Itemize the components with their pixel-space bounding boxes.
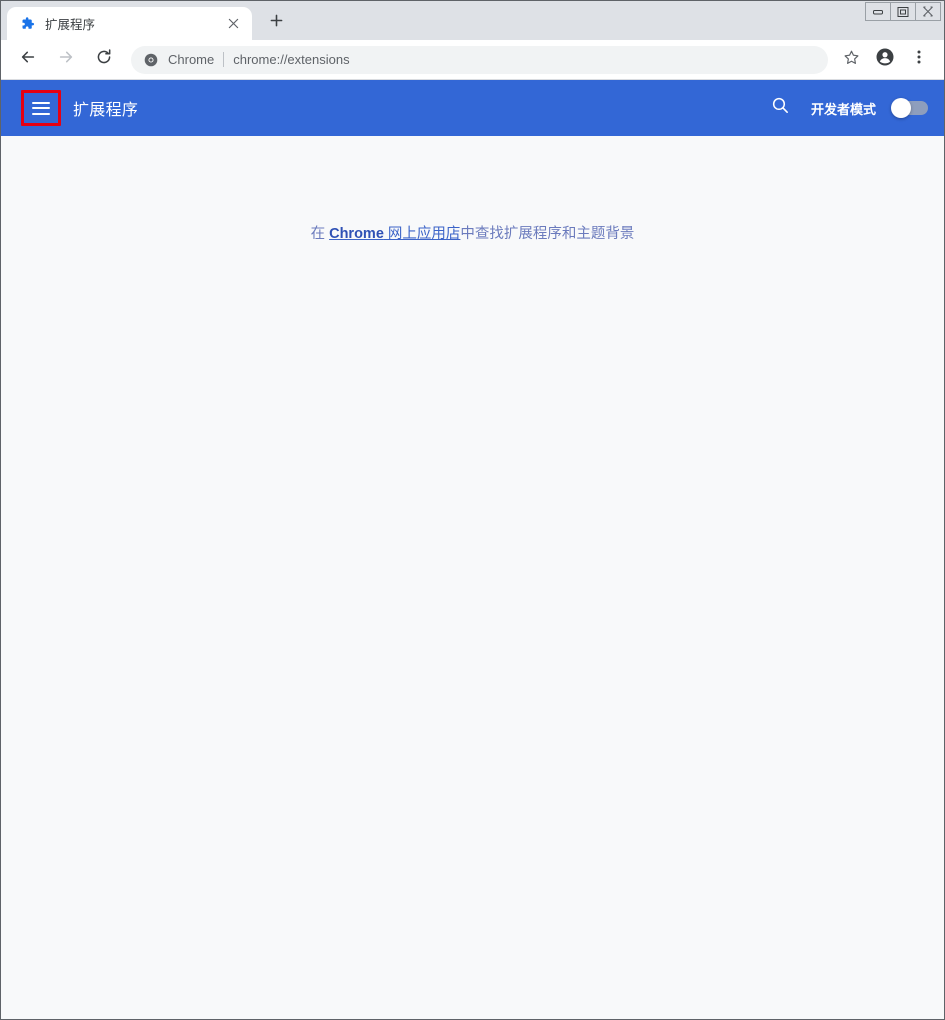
minimize-window-button[interactable] xyxy=(866,3,891,20)
search-button[interactable] xyxy=(767,94,795,122)
window-controls xyxy=(865,2,941,21)
site-chip-label: Chrome xyxy=(168,52,215,67)
browser-tab[interactable]: 扩展程序 xyxy=(7,7,252,40)
reload-button[interactable] xyxy=(90,46,118,74)
address-bar-url: chrome://extensions xyxy=(233,52,350,67)
search-icon xyxy=(771,96,790,120)
chrome-web-store-link[interactable]: Chrome 网上应用店 xyxy=(329,226,460,242)
bookmark-button[interactable] xyxy=(837,46,865,74)
page-content: 扩展程序 开发者模式 在 Chrome 网上应用店中查找扩展程序和主题背景 xyxy=(1,80,944,1019)
developer-mode-toggle[interactable] xyxy=(891,98,928,118)
empty-state-prefix: 在 xyxy=(310,226,330,242)
account-circle-icon xyxy=(875,47,895,72)
toggle-knob xyxy=(891,98,911,118)
empty-state-message: 在 Chrome 网上应用店中查找扩展程序和主题背景 xyxy=(1,222,944,243)
extensions-toolbar: 扩展程序 开发者模式 xyxy=(1,80,944,136)
developer-mode-label: 开发者模式 xyxy=(810,101,876,117)
extensions-menu-button[interactable] xyxy=(21,90,61,126)
maximize-window-button[interactable] xyxy=(891,3,916,20)
hamburger-menu-icon xyxy=(32,101,50,115)
reload-icon xyxy=(95,48,113,71)
browser-menu-button[interactable] xyxy=(905,46,933,74)
arrow-left-icon xyxy=(19,48,37,71)
address-bar[interactable]: Chrome chrome://extensions xyxy=(131,45,828,74)
tab-title: 扩展程序 xyxy=(45,18,96,32)
chrome-brand-text: Chrome xyxy=(329,226,384,242)
puzzle-piece-icon xyxy=(19,16,35,32)
new-tab-button[interactable] xyxy=(261,8,291,38)
maximize-icon xyxy=(897,6,909,17)
star-icon xyxy=(843,49,860,71)
tab-strip: 扩展程序 xyxy=(1,1,944,40)
close-icon[interactable] xyxy=(224,15,242,33)
profile-button[interactable] xyxy=(871,46,899,74)
page-title: 扩展程序 xyxy=(73,102,139,119)
empty-state-suffix: 中查找扩展程序和主题背景 xyxy=(460,226,635,242)
close-window-button[interactable] xyxy=(916,3,940,20)
three-dots-menu-icon xyxy=(911,49,927,70)
back-button[interactable] xyxy=(14,46,42,74)
extensions-list-area: 在 Chrome 网上应用店中查找扩展程序和主题背景 xyxy=(1,136,944,1019)
plus-icon xyxy=(270,14,283,32)
close-icon xyxy=(923,6,933,17)
omnibox-separator xyxy=(223,52,225,67)
minimize-icon xyxy=(873,9,883,14)
forward-button[interactable] xyxy=(52,46,80,74)
arrow-right-icon xyxy=(57,48,75,71)
web-store-text: 网上应用店 xyxy=(383,226,461,242)
chrome-logo-icon xyxy=(143,52,159,68)
browser-toolbar: Chrome chrome://extensions xyxy=(1,40,944,80)
browser-window: 扩展程序 Chrome chrome://extensions 扩展程序 开发者… xyxy=(0,0,945,1020)
